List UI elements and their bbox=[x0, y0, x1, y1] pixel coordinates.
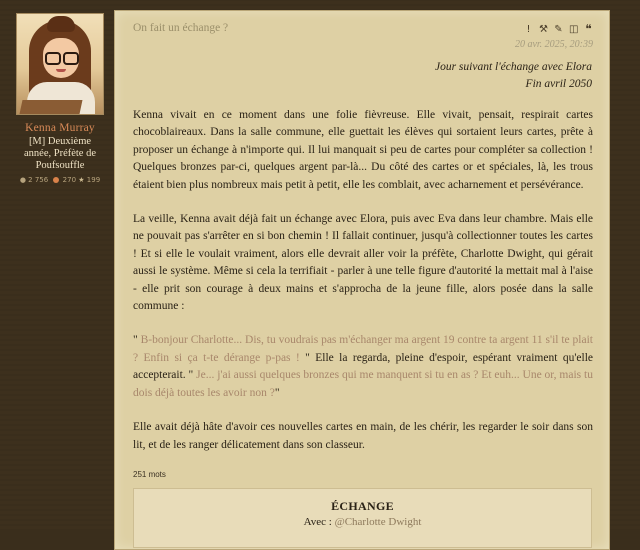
avatar[interactable] bbox=[16, 13, 104, 115]
paragraph-2: La veille, Kenna avait déjà fait un écha… bbox=[133, 213, 593, 313]
trash-icon[interactable]: ◫ bbox=[569, 24, 578, 35]
post-date: 20 avr. 2025, 20:39 bbox=[514, 39, 593, 50]
post-body: Kenna vivait en ce moment dans une folie… bbox=[133, 107, 593, 471]
quote-icon[interactable]: ❝ bbox=[584, 23, 593, 35]
stars-count: 199 bbox=[86, 176, 101, 184]
context-line-2: Fin avril 2050 bbox=[525, 78, 592, 90]
exchange-with: Avec : @Charlotte Dwight bbox=[134, 516, 591, 528]
author-profile: Kenna Murray [M] Deuxième année, Préfète… bbox=[16, 13, 104, 184]
word-count: 251 mots bbox=[133, 470, 166, 479]
paragraph-3: " B-bonjour Charlotte... Dis, tu voudrai… bbox=[133, 332, 593, 402]
pencil-icon[interactable]: ✎ bbox=[554, 24, 563, 35]
points-count: 270 bbox=[62, 176, 77, 184]
star-icon: ★ bbox=[78, 176, 85, 184]
exchange-with-label: Avec : bbox=[303, 516, 335, 528]
post-panel: On fait un échange ? ! ⚒ ✎ ◫ ❝ 20 avr. 2… bbox=[114, 10, 610, 550]
post-toolbar: ! ⚒ ✎ ◫ ❝ bbox=[524, 23, 593, 35]
quote-mark: " bbox=[133, 334, 141, 347]
message-icon: ● bbox=[19, 176, 26, 184]
user-stats: ● 2 756 270 ★ 199 bbox=[16, 176, 104, 184]
exchange-box: ÉCHANGE Avec : @Charlotte Dwight bbox=[133, 488, 592, 548]
quote-mark-close: " bbox=[274, 386, 280, 399]
mention-link[interactable]: @Charlotte Dwight bbox=[335, 516, 422, 528]
edit-icon[interactable]: ⚒ bbox=[539, 24, 548, 35]
exchange-title: ÉCHANGE bbox=[331, 499, 394, 513]
messages-count: 2 756 bbox=[28, 176, 49, 184]
report-icon[interactable]: ! bbox=[524, 24, 533, 35]
post-title[interactable]: On fait un échange ? bbox=[133, 22, 228, 34]
coin-icon bbox=[53, 177, 60, 183]
user-role: [M] Deuxième année, Préfète de Poufsouff… bbox=[24, 136, 96, 171]
context-line-1: Jour suivant l'échange avec Elora bbox=[434, 61, 592, 73]
post-context: Jour suivant l'échange avec Elora Fin av… bbox=[435, 59, 592, 93]
dialog-line-2: Je... j'ai aussi quelques bronzes qui me… bbox=[133, 369, 593, 399]
paragraph-4: Elle avait déjà hâte d'avoir ces nouvell… bbox=[133, 421, 593, 451]
paragraph-1: Kenna vivait en ce moment dans une folie… bbox=[133, 109, 593, 191]
username-link[interactable]: Kenna Murray bbox=[16, 122, 104, 134]
